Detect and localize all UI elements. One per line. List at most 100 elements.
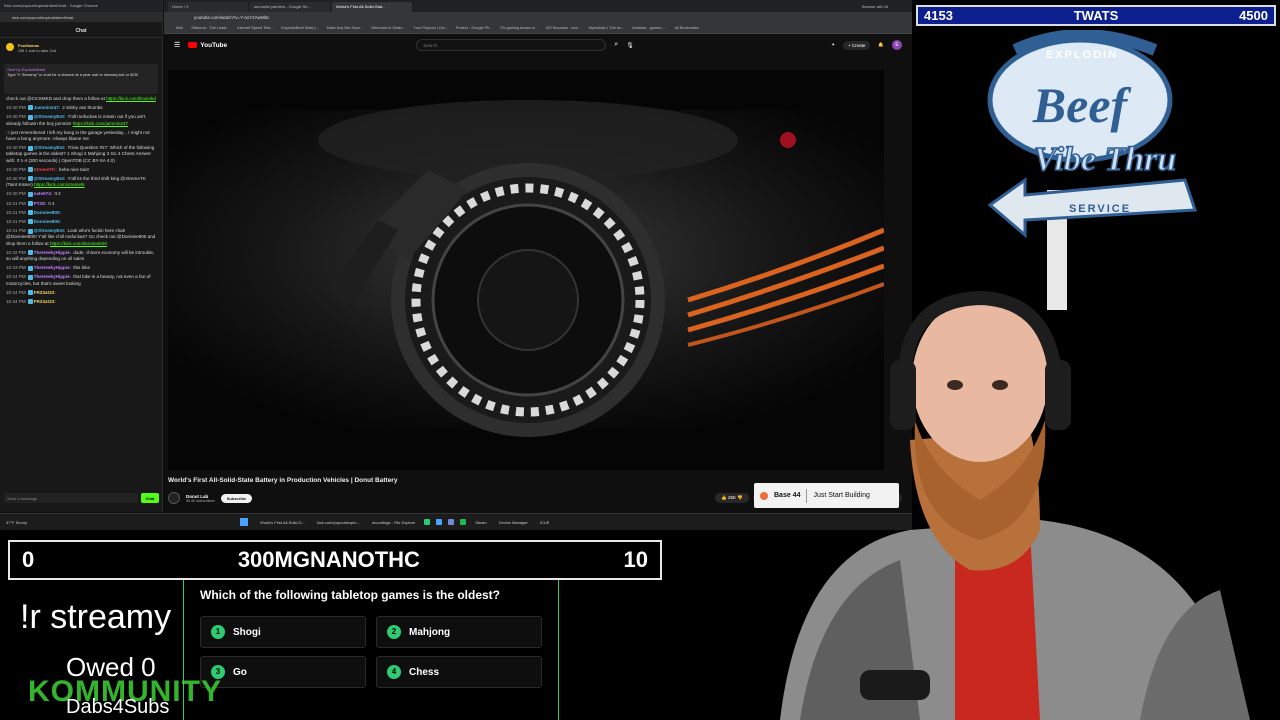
notifications-bell-icon[interactable]: 🔔: [878, 42, 884, 48]
message-username[interactable]: TheGeekyHippie:: [34, 274, 72, 279]
bookmark-item[interactable]: ICE Boundos - eva...: [546, 26, 581, 31]
message-text: 2 stinky ass thumbs: [62, 105, 103, 111]
channel-avatar[interactable]: [168, 492, 180, 504]
bookmark-item[interactable]: Andreas - games -...: [632, 26, 666, 31]
message-username[interactable]: XtremeTK:: [34, 167, 57, 172]
message-text: check out @CmXMKD and drop them a follow…: [6, 96, 105, 101]
user-badge-icon: [27, 274, 33, 280]
youtube-search-input[interactable]: Search: [416, 39, 607, 51]
trivia-left-score: 0: [22, 547, 35, 572]
bookmark-item[interactable]: All Bookmarks: [675, 26, 699, 31]
trivia-answer: 2 Mahjong: [376, 616, 542, 648]
message-username[interactable]: @StreamyBot:: [34, 228, 66, 233]
message-username[interactable]: PT28:: [34, 201, 47, 206]
ai-sparkle-icon[interactable]: ✦: [831, 42, 835, 48]
browser-tab[interactable]: sunnalist painters - Google Se...: [250, 2, 330, 12]
subscribe-button[interactable]: Subscribe: [220, 493, 253, 503]
message-time: 10:41 PM: [6, 200, 26, 206]
app-icon[interactable]: [424, 519, 431, 525]
message-username[interactable]: nate674:: [34, 191, 53, 196]
message-time: 10:44 PM: [6, 274, 26, 280]
message-link[interactable]: https://kick.com/xtremetk: [34, 182, 85, 187]
gift-text: Gift 1 sub to take 2nd: [18, 48, 57, 53]
weather-widget[interactable]: 37°F Sunny: [0, 520, 240, 525]
chat-address-bar[interactable]: kick.com/popout/explodinbeef/chat: [0, 12, 162, 22]
chat-message: 10:40 PM nate674: !t 2: [6, 191, 156, 197]
message-username[interactable]: FR33at33:: [34, 290, 56, 295]
user-badge-icon: [27, 299, 33, 305]
chat-message-input[interactable]: Send a message: [4, 493, 138, 503]
chat-message: 10:44 PM FR33at33:: [6, 299, 156, 305]
create-button[interactable]: + Create: [843, 40, 871, 50]
message-username[interactable]: @StreamyBot:: [34, 114, 66, 119]
user-badge-icon: [27, 290, 33, 296]
youtube-logo-text: YouTube: [200, 41, 228, 49]
app-icon[interactable]: [436, 519, 443, 525]
message-link[interactable]: https://kick.com/donnieeb00: [50, 241, 107, 246]
address-bar[interactable]: youtube.com/watch?v=Y-a1Y2AwMbc: [164, 12, 912, 24]
youtube-play-icon: [188, 42, 198, 48]
message-link[interactable]: https://kick.com/jammin247: [73, 121, 128, 126]
hamburger-menu-icon[interactable]: ☰: [174, 41, 180, 49]
trivia-scoreboard: 0 300MGNANOTHC 10: [8, 540, 662, 580]
bookmark-item[interactable]: Make Any Mic Soun...: [327, 26, 364, 31]
windows-start-icon[interactable]: [240, 518, 248, 526]
browser-tab-active[interactable]: World's First All-Solid-Stat...: [332, 2, 412, 12]
bookmark-item[interactable]: Internet Speed Test...: [237, 26, 273, 31]
bookmark-item[interactable]: Kick: [176, 26, 183, 31]
chat-input-row: Send a message Chat: [4, 492, 159, 504]
taskbar-item[interactable]: Steam: [469, 520, 493, 525]
trivia-question: Which of the following tabletop games is…: [200, 588, 501, 602]
taskbar-item[interactable]: Device Manager: [493, 520, 534, 525]
bookmark-item[interactable]: Welcome to Okalo...: [371, 26, 405, 31]
youtube-header-actions: ✦ + Create 🔔 E: [831, 40, 902, 50]
bookmark-item[interactable]: Your Pepcoin | Dei...: [414, 26, 448, 31]
message-username[interactable]: @StreamyBot:: [34, 145, 66, 150]
youtube-logo[interactable]: YouTube: [188, 42, 408, 49]
sponsor-ad-card[interactable]: Base 44 Just Start Building: [754, 483, 899, 508]
trivia-leader-name: 300MGNANOTHC: [237, 547, 420, 572]
bookmark-item[interactable]: Mytrobotic | The be...: [589, 26, 625, 31]
account-avatar[interactable]: E: [892, 40, 902, 50]
message-username[interactable]: TheGeekyHippie:: [34, 265, 72, 270]
message-link[interactable]: https://kick.com/limxmkd: [106, 96, 156, 101]
browser-tab[interactable]: Home / X: [168, 2, 248, 12]
pinned-text: Type "!r Streamy" in chat for a chance a…: [7, 72, 139, 77]
microphone-icon[interactable]: 🎙: [626, 42, 634, 49]
ad-brand: Base 44: [774, 492, 801, 499]
spotify-icon[interactable]: [460, 519, 467, 525]
message-time: 10:41 PM: [6, 228, 26, 234]
trivia-answer: 4 Chess: [376, 656, 542, 688]
answer-text: Mahjong: [409, 626, 451, 638]
chat-send-button[interactable]: Chat: [141, 493, 159, 503]
message-username[interactable]: FR33at33:: [34, 299, 56, 304]
message-username[interactable]: Donniee800:: [34, 210, 61, 215]
message-username[interactable]: @StreamyBot:: [34, 176, 66, 181]
message-username[interactable]: Jammin247:: [34, 105, 61, 110]
taskbar-item[interactable]: World's First All-Solid-S...: [254, 520, 311, 525]
taskbar-item[interactable]: kick.com/popout/explo...: [311, 520, 366, 525]
bookmark-item[interactable]: Fix gaming issues w...: [500, 26, 537, 31]
search-icon[interactable]: ⌕: [614, 41, 618, 49]
bookmark-item[interactable]: Protect - Google Ph...: [456, 26, 493, 31]
chat-message: : i just remembered I left my bong in th…: [6, 130, 156, 142]
taskbar-item[interactable]: recordings - File Explore: [366, 520, 421, 525]
logo-main-text: Beef: [1032, 77, 1132, 133]
discord-icon[interactable]: [448, 519, 455, 525]
chat-message-list[interactable]: check out @CmXMKD and drop them a follow…: [0, 94, 162, 476]
taskbar-item[interactable]: ICUE: [534, 520, 556, 525]
banner-title: TWATS: [1073, 8, 1119, 23]
message-username[interactable]: TheGeekyHippie:: [34, 250, 72, 255]
message-username[interactable]: Donniee800:: [34, 219, 61, 224]
logo-top-text: EXPLODIN: [1046, 49, 1118, 61]
bookmark-item[interactable]: Statsu.in - The Loadi...: [191, 26, 229, 31]
owed-counter: Owed 0: [66, 652, 156, 682]
weather-desc: Sunny: [15, 519, 27, 525]
message-time: 10:40 PM: [6, 176, 26, 182]
chat-message: 10:41 PM PT28: !t 4: [6, 201, 156, 207]
user-badge-icon: [27, 191, 33, 197]
base44-logo-icon: [760, 491, 768, 500]
bookmark-item[interactable]: ExplodinBeef Stats |...: [281, 26, 318, 31]
message-time: 10:44 PM: [6, 299, 26, 305]
browse-with-ai-button[interactable]: Browse with AI: [858, 2, 908, 12]
